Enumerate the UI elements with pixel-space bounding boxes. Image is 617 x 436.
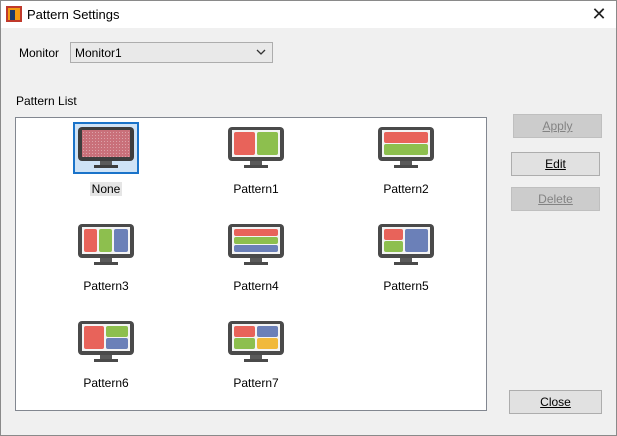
pattern-label: Pattern7	[233, 376, 279, 390]
monitor-pattern6-icon	[78, 321, 134, 362]
pattern-label: Pattern5	[383, 279, 429, 293]
monitor-label: Monitor	[19, 46, 60, 60]
pattern-item-2[interactable]: Pattern2	[356, 122, 456, 202]
pattern-item-1[interactable]: Pattern1	[206, 122, 306, 202]
app-icon	[6, 6, 22, 22]
close-button[interactable]: Close	[509, 390, 602, 414]
pattern-label: Pattern6	[83, 376, 129, 390]
monitor-none-icon	[78, 127, 134, 168]
chevron-down-icon	[256, 49, 266, 55]
pattern-item-5[interactable]: Pattern5	[356, 219, 456, 299]
monitor-pattern5-icon	[378, 224, 434, 265]
pattern-label: Pattern3	[83, 279, 129, 293]
pattern-item-none[interactable]: None	[56, 122, 156, 202]
monitor-pattern1-icon	[228, 127, 284, 168]
edit-button[interactable]: Edit	[511, 152, 600, 176]
pattern-label: Pattern1	[233, 182, 279, 196]
pattern-label: Pattern2	[383, 182, 429, 196]
close-window-icon[interactable]: ✕	[588, 4, 610, 24]
window-title: Pattern Settings	[27, 7, 120, 22]
monitor-pattern3-icon	[78, 224, 134, 265]
pattern-item-6[interactable]: Pattern6	[56, 316, 156, 396]
apply-button[interactable]: Apply	[513, 114, 602, 138]
monitor-pattern2-icon	[378, 127, 434, 168]
pattern-item-4[interactable]: Pattern4	[206, 219, 306, 299]
pattern-settings-dialog: Pattern Settings ✕ Monitor Monitor1 Patt…	[0, 0, 617, 436]
title-bar: Pattern Settings ✕	[1, 1, 616, 28]
delete-button[interactable]: Delete	[511, 187, 600, 211]
monitor-pattern7-icon	[228, 321, 284, 362]
monitor-dropdown-value: Monitor1	[75, 46, 122, 60]
pattern-list-label: Pattern List	[16, 94, 77, 108]
pattern-item-3[interactable]: Pattern3	[56, 219, 156, 299]
pattern-item-7[interactable]: Pattern7	[206, 316, 306, 396]
pattern-label: Pattern4	[233, 279, 279, 293]
pattern-label: None	[89, 182, 123, 196]
monitor-pattern4-icon	[228, 224, 284, 265]
pattern-list: None Pattern1 Pattern2 Pattern3 Pattern4…	[15, 117, 487, 411]
monitor-dropdown[interactable]: Monitor1	[70, 42, 273, 63]
